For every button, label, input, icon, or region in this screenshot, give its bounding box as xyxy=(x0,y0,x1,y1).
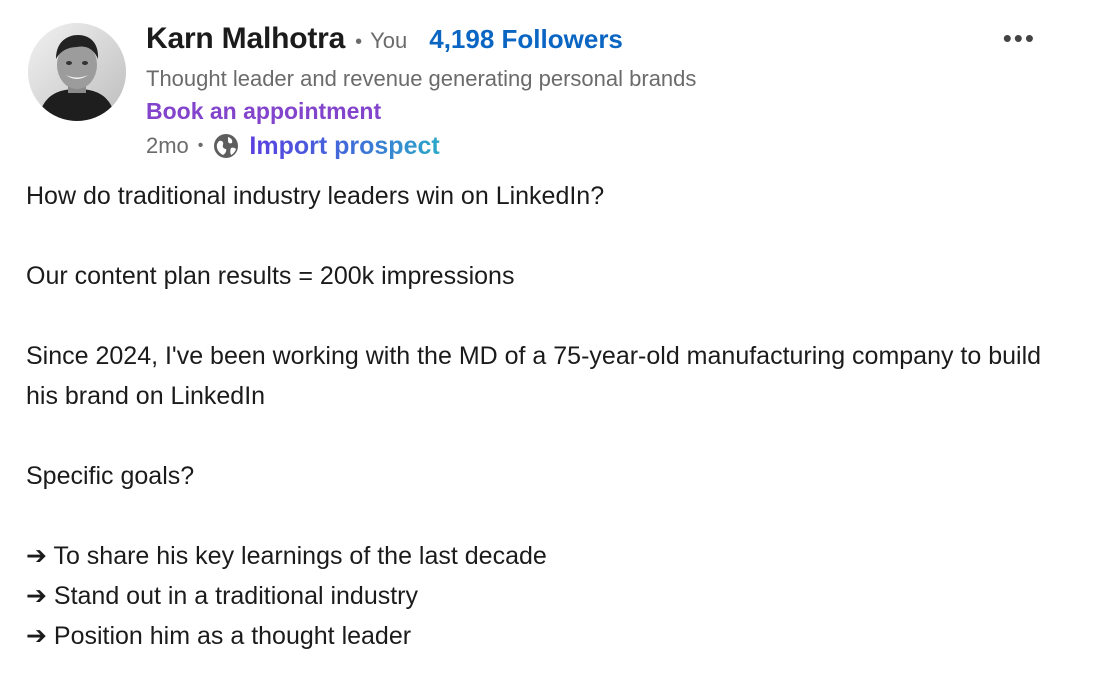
meta-separator: • xyxy=(197,137,204,154)
post-body: How do traditional industry leaders win … xyxy=(26,176,1066,656)
separator-dot: • xyxy=(355,31,363,53)
more-options-button[interactable]: ••• xyxy=(1003,18,1036,58)
post-paragraph: How do traditional industry leaders win … xyxy=(26,182,605,210)
goals-list: ➔ To share his key learnings of the last… xyxy=(26,536,1066,656)
list-item: ➔ To share his key learnings of the last… xyxy=(26,542,547,570)
post-paragraph: Since 2024, I've been working with the M… xyxy=(26,342,1042,410)
post-age: 2mo xyxy=(146,133,189,158)
list-item: ➔ Position him as a thought leader xyxy=(26,622,412,650)
globe-icon xyxy=(212,132,240,160)
author-name[interactable]: Karn Malhotra xyxy=(146,22,345,56)
post-header: Karn Malhotra • You 4,198 Followers Thou… xyxy=(146,22,696,164)
author-headline: Thought leader and revenue generating pe… xyxy=(146,66,697,91)
import-prospect-link[interactable]: Import prospect xyxy=(249,132,439,161)
book-appointment-link[interactable]: Book an appointment xyxy=(146,95,696,128)
feed-post: Karn Malhotra • You 4,198 Followers Thou… xyxy=(0,0,1096,696)
followers-count[interactable]: 4,198 Followers xyxy=(429,24,623,55)
avatar[interactable] xyxy=(28,23,126,121)
post-paragraph: Our content plan results = 200k impressi… xyxy=(26,262,515,290)
relation-badge: You xyxy=(370,28,408,53)
name-row: Karn Malhotra • You 4,198 Followers xyxy=(146,22,696,62)
post-meta: 2mo • Import prospect xyxy=(146,128,696,164)
profile-photo xyxy=(28,23,126,121)
post-paragraph: Specific goals? xyxy=(26,462,195,490)
list-item: ➔ Stand out in a traditional industry xyxy=(26,582,419,610)
